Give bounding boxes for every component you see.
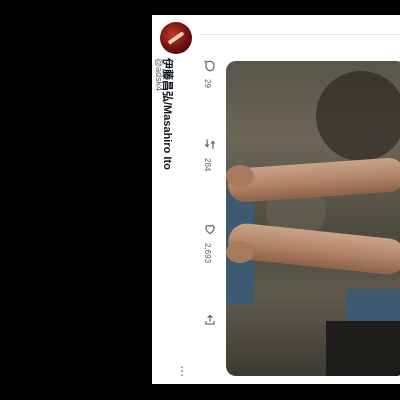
author-handle[interactable]: @adsk4 — [154, 58, 164, 91]
more-icon[interactable]: ⋮ — [176, 364, 188, 378]
share-icon[interactable] — [203, 313, 217, 327]
reply-icon[interactable] — [203, 59, 217, 73]
like-icon[interactable] — [203, 222, 217, 236]
header-divider — [199, 34, 400, 35]
author-avatar[interactable] — [160, 22, 192, 54]
reply-count: 29 — [203, 79, 212, 88]
repost-icon[interactable] — [203, 137, 217, 151]
post-media-image[interactable] — [226, 61, 400, 376]
repost-count: 284 — [203, 158, 212, 172]
like-count: 2,693 — [203, 243, 212, 264]
